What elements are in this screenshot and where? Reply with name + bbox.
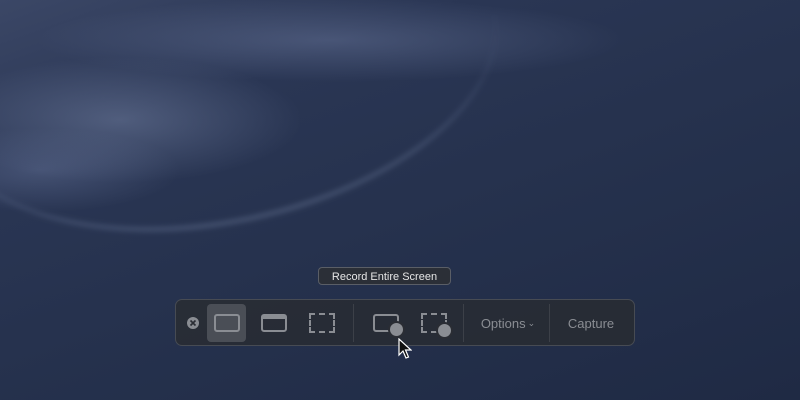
selection-icon (308, 313, 335, 333)
tooltip: Record Entire Screen (318, 267, 451, 285)
chevron-down-icon: ⌄ (527, 317, 536, 328)
capture-entire-screen-button[interactable] (207, 304, 246, 342)
record-screen-icon (373, 314, 405, 338)
mouse-cursor-icon (398, 338, 412, 359)
options-label: Options (480, 315, 526, 331)
capture-selection-button[interactable] (302, 304, 341, 342)
divider (549, 304, 550, 342)
window-icon (260, 314, 287, 332)
record-entire-screen-button[interactable] (364, 304, 408, 342)
capture-button[interactable]: Capture (552, 304, 630, 342)
entire-screen-icon (213, 314, 240, 332)
close-button[interactable] (184, 304, 202, 342)
divider (463, 304, 464, 342)
divider (353, 304, 354, 342)
capture-window-button[interactable] (254, 304, 293, 342)
close-icon (187, 317, 199, 329)
options-button[interactable]: Options ⌄ (468, 304, 548, 342)
capture-label: Capture (567, 315, 615, 331)
record-selection-icon (421, 313, 453, 339)
record-selection-button[interactable] (412, 304, 456, 342)
